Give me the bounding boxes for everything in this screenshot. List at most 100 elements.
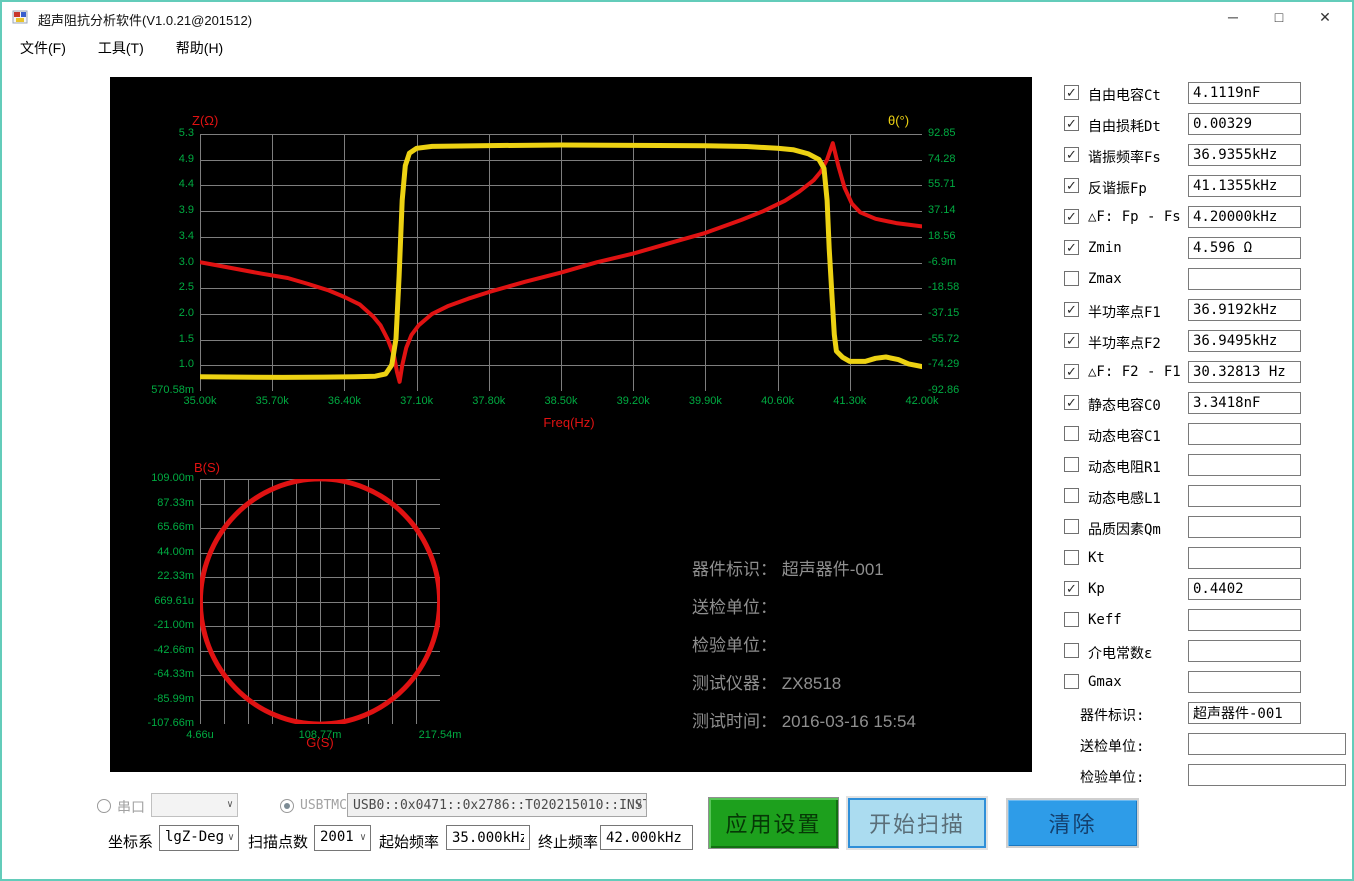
result-value-field[interactable] — [1188, 113, 1301, 135]
b-axis-tick: -85.99m — [153, 692, 194, 705]
result-row: Gmax — [1062, 671, 1352, 693]
theta-axis-tick: -74.29 — [928, 358, 960, 371]
result-value-field[interactable] — [1188, 299, 1301, 321]
result-value-field[interactable] — [1188, 609, 1301, 631]
result-value-field[interactable] — [1188, 516, 1301, 538]
result-checkbox[interactable] — [1064, 550, 1079, 565]
identity-input[interactable] — [1188, 733, 1346, 755]
result-row: ✓ 反谐振Fp — [1062, 175, 1352, 197]
result-checkbox[interactable]: ✓ — [1064, 147, 1079, 162]
menu-item-2[interactable]: 工具(T) — [88, 33, 154, 63]
z-axis-tick: 3.9 — [178, 204, 194, 217]
result-checkbox[interactable]: ✓ — [1064, 240, 1079, 255]
result-value-field[interactable] — [1188, 640, 1301, 662]
result-checkbox[interactable]: ✓ — [1064, 178, 1079, 193]
result-checkbox[interactable] — [1064, 612, 1079, 627]
freq-axis-tick: 40.60k — [761, 395, 795, 407]
result-value-field[interactable] — [1188, 578, 1301, 600]
result-checkbox[interactable] — [1064, 519, 1079, 534]
start-scan-button[interactable]: 开始扫描 — [848, 798, 986, 848]
result-label: 品质因素Qm — [1088, 522, 1161, 538]
result-checkbox[interactable]: ✓ — [1064, 209, 1079, 224]
result-row: ✓ 自由损耗Dt — [1062, 113, 1352, 135]
menu-item-3[interactable]: 帮助(H) — [166, 33, 233, 63]
b-axis-title: B(S) — [194, 460, 220, 475]
result-label: 静态电容C0 — [1088, 398, 1161, 414]
start-frequency-input[interactable] — [446, 825, 530, 850]
result-checkbox[interactable]: ✓ — [1064, 85, 1079, 100]
coordinate-system-combo[interactable]: lgZ-Deg ∨ — [159, 825, 239, 851]
result-value-field[interactable] — [1188, 206, 1301, 228]
freq-axis-tick: 36.40k — [327, 395, 361, 407]
serial-port-combo[interactable]: ∨ — [151, 793, 238, 817]
result-row: ✓ Zmin — [1062, 237, 1352, 259]
result-checkbox[interactable] — [1064, 271, 1079, 286]
clear-button[interactable]: 清除 — [1006, 798, 1139, 848]
result-value-field[interactable] — [1188, 454, 1301, 476]
result-label: Zmax — [1088, 271, 1122, 287]
result-checkbox[interactable] — [1064, 457, 1079, 472]
result-label: 反谐振Fp — [1088, 181, 1147, 197]
freq-axis-title: Freq(Hz) — [543, 415, 595, 430]
result-value-field[interactable] — [1188, 237, 1301, 259]
result-value-field[interactable] — [1188, 82, 1301, 104]
apply-settings-button[interactable]: 应用设置 — [708, 797, 839, 849]
result-row: ✓ Kp — [1062, 578, 1352, 600]
identity-label: 送检单位: — [1080, 739, 1145, 755]
chevron-down-icon: ∨ — [226, 798, 233, 810]
result-value-field[interactable] — [1188, 392, 1301, 414]
result-checkbox[interactable]: ✓ — [1064, 581, 1079, 596]
coordinate-system-label: 坐标系 — [108, 834, 154, 851]
result-checkbox[interactable]: ✓ — [1064, 333, 1079, 348]
sweep-points-combo[interactable]: 2001 ∨ — [314, 825, 371, 851]
result-label: Kt — [1088, 550, 1105, 566]
result-checkbox[interactable] — [1064, 674, 1079, 689]
maximize-button[interactable]: □ — [1256, 2, 1302, 32]
identity-row: 送检单位: — [1062, 733, 1352, 755]
result-checkbox[interactable] — [1064, 426, 1079, 441]
result-value-field[interactable] — [1188, 361, 1301, 383]
result-row: ✓ 静态电容C0 — [1062, 392, 1352, 414]
identity-input[interactable] — [1188, 702, 1301, 724]
usbtmc-label: USBTMC — [300, 798, 347, 813]
result-value-field[interactable] — [1188, 268, 1301, 290]
z-axis-tick: 1.0 — [178, 358, 194, 371]
result-row: ✓ △F: F2 - F1 — [1062, 361, 1352, 383]
result-value-field[interactable] — [1188, 485, 1301, 507]
result-checkbox[interactable] — [1064, 488, 1079, 503]
stop-frequency-label: 终止频率 — [538, 834, 599, 851]
minimize-button[interactable]: ─ — [1210, 2, 1256, 32]
result-value-field[interactable] — [1188, 330, 1301, 352]
result-checkbox[interactable]: ✓ — [1064, 395, 1079, 410]
close-button[interactable]: ✕ — [1302, 2, 1348, 32]
result-value-field[interactable] — [1188, 144, 1301, 166]
theta-axis-tick: 74.28 — [928, 152, 956, 165]
stop-frequency-input[interactable] — [600, 825, 693, 850]
identity-input[interactable] — [1188, 764, 1346, 786]
result-label: Kp — [1088, 581, 1105, 597]
result-value-field[interactable] — [1188, 423, 1301, 445]
b-axis-tick: 87.33m — [157, 496, 194, 509]
result-checkbox[interactable] — [1064, 643, 1079, 658]
result-row: 动态电容C1 — [1062, 423, 1352, 445]
result-checkbox[interactable]: ✓ — [1064, 116, 1079, 131]
menu-item-1[interactable]: 文件(F) — [10, 33, 76, 63]
theta-axis-tick: -55.72 — [928, 332, 960, 345]
info-line: 送检单位： — [692, 598, 777, 617]
impedance-phase-chart — [197, 134, 925, 392]
result-value-field[interactable] — [1188, 547, 1301, 569]
usbtmc-radio[interactable] — [280, 799, 294, 813]
freq-axis-tick: 37.10k — [400, 395, 434, 407]
z-axis-tick: 1.5 — [178, 332, 194, 345]
result-value-field[interactable] — [1188, 671, 1301, 693]
b-axis-tick: -21.00m — [153, 619, 194, 631]
results-panel: ✓自由电容Ct✓自由损耗Dt✓谐振频率Fs✓反谐振Fp✓△F: Fp - Fs✓… — [1062, 82, 1352, 795]
identity-row: 器件标识: — [1062, 702, 1352, 724]
result-checkbox[interactable]: ✓ — [1064, 302, 1079, 317]
info-line: 检验单位： — [692, 636, 777, 655]
result-value-field[interactable] — [1188, 175, 1301, 197]
result-checkbox[interactable]: ✓ — [1064, 364, 1079, 379]
usbtmc-resource-combo[interactable]: USB0::0x0471::0x2786::T020215010::INSTR … — [347, 793, 647, 817]
b-axis-tick: 44.00m — [157, 545, 194, 558]
serial-radio[interactable] — [97, 799, 111, 813]
